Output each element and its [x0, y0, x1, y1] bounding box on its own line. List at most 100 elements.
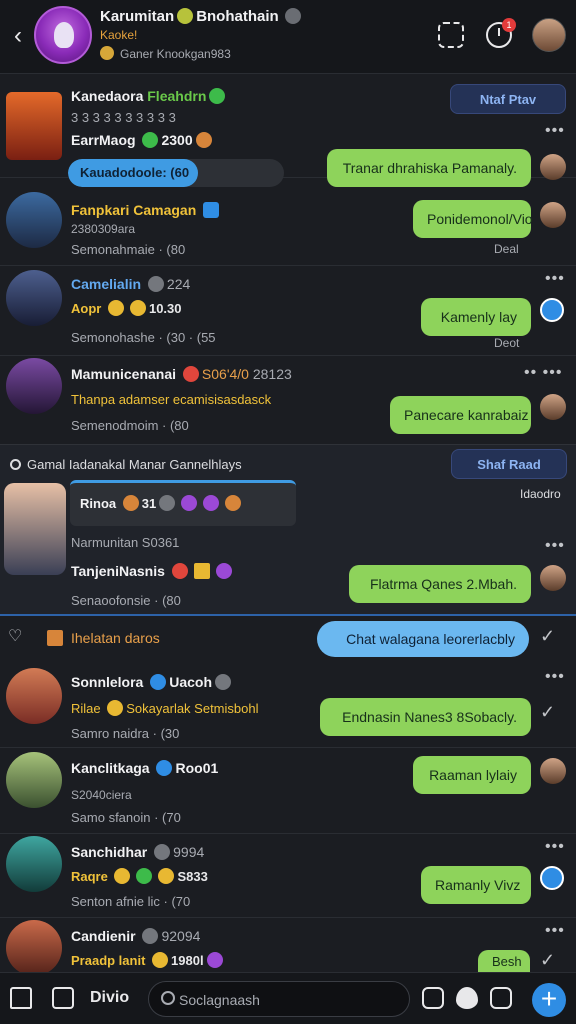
emoji-icon — [206, 952, 223, 968]
more-icon[interactable]: ••• — [545, 270, 565, 288]
pinned-banner[interactable]: Gamal Iadanakal Manar Gannelhlays Shaf R… — [0, 444, 576, 616]
section-label: Ihelatan daros — [71, 630, 160, 646]
action-button[interactable]: Ntaf Ptav — [450, 84, 566, 114]
thread-preview-count: 1980l — [171, 953, 204, 968]
card-text-label: Rinoa — [80, 496, 117, 511]
thread-name: Fanpkari Camagan — [71, 202, 222, 218]
thread-meta: Samro naidra · (30 — [71, 726, 180, 741]
check-icon: ✓ — [540, 702, 556, 722]
more-icon[interactable]: ••• — [545, 668, 565, 686]
camera-icon[interactable] — [422, 987, 444, 1009]
emoji-icon — [107, 700, 124, 716]
thread-item[interactable]: Sonnlelora Uacoh Rilae Sokayarlak Setmis… — [0, 662, 576, 748]
message-bubble[interactable]: Besh — [478, 950, 530, 972]
thread-preview-text: Rilae — [71, 701, 101, 716]
verified-icon — [154, 844, 171, 860]
banner-button[interactable]: Shaf Raad — [451, 449, 567, 479]
thread-sub: S2040ciera — [71, 788, 132, 802]
thread-name-text: Sanchidhar — [71, 844, 148, 860]
chat-icon[interactable] — [52, 987, 74, 1009]
back-arrow-icon[interactable]: ‹ — [8, 22, 28, 50]
thread-name: Sonnlelora Uacoh — [71, 674, 234, 690]
thread-item[interactable]: Candienir 92094 Praadp lanit 1980l ••• B… — [0, 918, 576, 976]
message-time: Deal — [494, 242, 519, 256]
thread-name-text: Candienir — [71, 928, 136, 944]
message-bubble[interactable]: Flatrma Qanes 2.Mbah. — [349, 565, 531, 603]
emoji-icon — [181, 495, 198, 511]
thread-item[interactable]: Mamunicenanai S06'4/0 28123 Thanpa adams… — [0, 356, 576, 444]
chat-title-suffix: Bnohathain — [196, 8, 279, 25]
more-icon[interactable]: ••• — [545, 922, 565, 940]
search-icon — [161, 991, 175, 1005]
user-avatar[interactable] — [532, 18, 566, 52]
message-bubble[interactable]: Endnasin Nanes3 8Sobacly. — [320, 698, 531, 736]
more-icon[interactable]: ••• — [545, 537, 565, 555]
message-text: Ponidemonol/Vio — [427, 211, 533, 227]
thread-preview: Rilae Sokayarlak Setmisbohl — [71, 700, 258, 716]
thread-name-text: Camelialin — [71, 276, 142, 292]
more-icon[interactable]: ••• — [545, 122, 565, 140]
chat-title: Karumitan Bnohathain — [100, 8, 301, 25]
thread-avatar — [6, 668, 62, 724]
emoji-icon — [225, 495, 242, 511]
message-bubble[interactable]: Kamenly lay — [421, 298, 531, 336]
thread-meta-line: EarrMaog 2300 — [71, 132, 215, 148]
thread-item[interactable]: Kanclitkaga Roo01 S2040ciera Samo sfanoi… — [0, 748, 576, 834]
house-icon — [47, 630, 63, 646]
home-icon[interactable] — [10, 987, 32, 1009]
verified-icon — [147, 276, 164, 292]
add-button[interactable]: + — [532, 983, 566, 1017]
status-icon — [182, 366, 199, 382]
message-text: Ramanly Vivz — [435, 877, 521, 893]
thread-count: 9994 — [173, 844, 205, 860]
bot-icon[interactable] — [490, 987, 512, 1009]
section-bar[interactable]: ♡ Ihelatan daros Chat walagana leorerlac… — [0, 616, 576, 662]
message-bubble[interactable]: Panecare kanrabaiz — [390, 396, 531, 434]
thread-avatar — [6, 358, 62, 414]
tab-label[interactable]: Divio — [90, 989, 129, 1007]
thread-status: Fleahdrn — [147, 88, 207, 104]
scan-icon[interactable] — [438, 22, 464, 48]
message-bubble[interactable]: Raaman lylaiy — [413, 756, 531, 794]
thread-name: Camelialin 224 — [71, 276, 190, 292]
shield-icon[interactable] — [456, 987, 478, 1009]
check-icon: ✓ — [540, 626, 556, 646]
status-icon — [209, 88, 226, 104]
thread-count: 28123 — [252, 366, 292, 382]
thread-preview-text: Raqre — [71, 869, 108, 884]
emoji-icon — [215, 563, 232, 579]
message-text: Raaman lylaiy — [429, 767, 517, 783]
thread-item[interactable]: Camelialin 224 Aopr 10.30 Semonohashe · … — [0, 266, 576, 356]
thread-avatar — [4, 483, 66, 575]
emoji-icon — [114, 868, 131, 884]
more-icon[interactable]: •• ••• — [524, 364, 562, 382]
thread-name-text: Fanpkari Camagan — [71, 202, 197, 218]
search-placeholder: Soclagnaash — [179, 992, 260, 1008]
media-card[interactable]: Rinoa 31 — [70, 480, 296, 526]
thread-item[interactable]: Fanpkari Camagan 2380309ara Semonahmaie … — [0, 178, 576, 266]
message-text: Panecare kanrabaiz — [404, 407, 529, 423]
thread-preview: Raqre S833 — [71, 868, 208, 884]
emoji-icon — [203, 495, 220, 511]
chat-subtitle: Kaoke! — [100, 28, 138, 42]
message-bubble[interactable]: Chat walagana leorerlacbly — [317, 621, 529, 657]
thread-name: Candienir 92094 — [71, 928, 200, 944]
chat-members-text: Ganer Knookgan983 — [120, 47, 231, 61]
thread-meta: Senton afnie lic · (70 — [71, 894, 191, 909]
group-avatar[interactable] — [34, 6, 92, 64]
message-bubble[interactable]: Ramanly Vivz — [421, 866, 531, 904]
more-icon[interactable]: ••• — [545, 838, 565, 856]
message-text: Kamenly lay — [440, 309, 517, 325]
thread-meta: Semonohashe · (30 · (55 — [71, 330, 216, 345]
thread-extra: S06'4/0 — [201, 366, 249, 382]
verified-icon — [284, 8, 301, 24]
verified-icon — [156, 760, 173, 776]
sender-avatar — [540, 202, 566, 228]
sender-avatar — [540, 154, 566, 180]
message-bubble[interactable]: Ponidemonol/Vio — [413, 200, 533, 238]
circle-icon — [10, 459, 21, 470]
search-input[interactable]: Soclagnaash — [148, 981, 410, 1017]
thread-name-text: Sonnlelora — [71, 674, 144, 690]
shield-icon — [142, 132, 159, 148]
thread-item[interactable]: Sanchidhar 9994 Raqre S833 Senton afnie … — [0, 834, 576, 918]
